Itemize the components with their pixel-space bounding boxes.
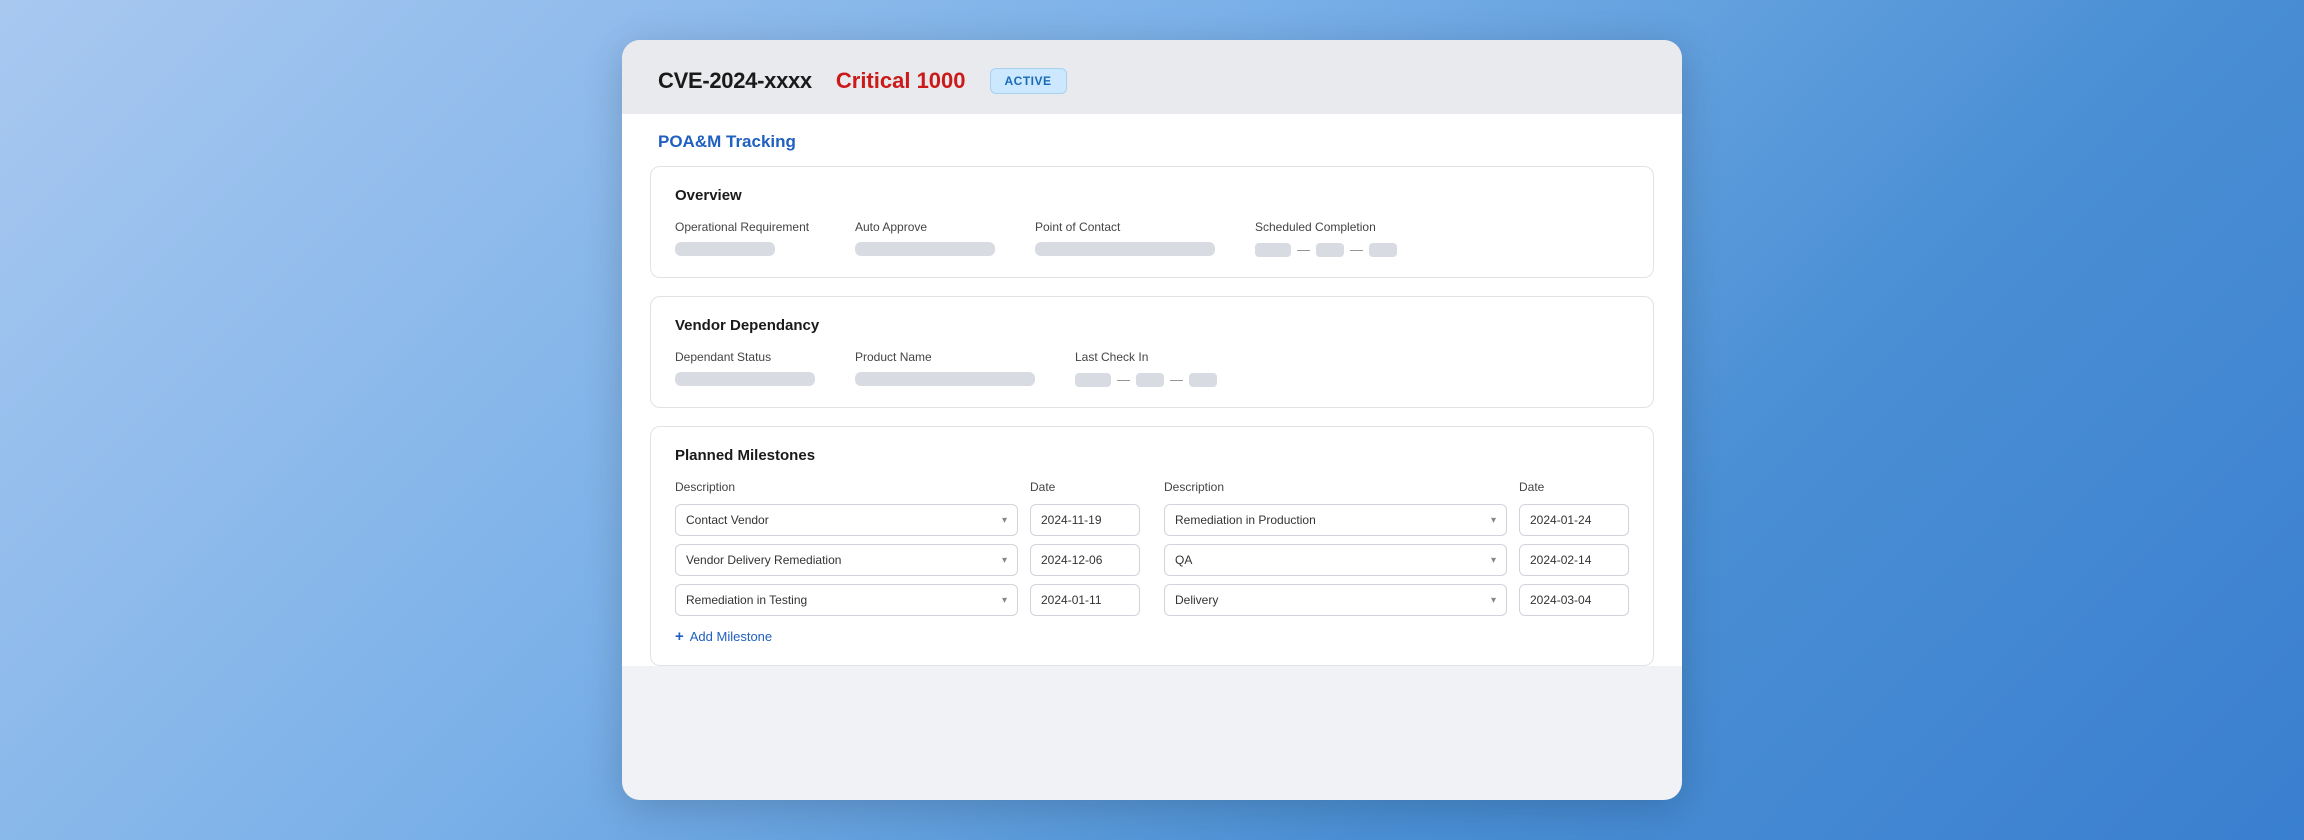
severity-label: Critical 1000 xyxy=(836,68,966,94)
right-date-text-1: 2024-01-24 xyxy=(1530,513,1591,527)
chevron-down-icon-5: ▾ xyxy=(1491,555,1496,566)
chevron-down-icon-4: ▾ xyxy=(1491,515,1496,526)
left-milestone-text-1: Contact Vendor xyxy=(686,513,769,527)
product-name-value xyxy=(855,372,1035,386)
dependent-status-group: Dependant Status xyxy=(675,350,815,386)
page-title: POA&M Tracking xyxy=(658,132,796,151)
dependent-status-label: Dependant Status xyxy=(675,350,815,364)
right-milestone-row-1: Remediation in Production ▾ 2024-01-24 xyxy=(1164,504,1629,536)
auto-approve-group: Auto Approve xyxy=(855,220,995,256)
main-card: CVE-2024-xxxx Critical 1000 ACTIVE POA&M… xyxy=(622,40,1682,800)
right-milestone-select-2[interactable]: QA ▾ xyxy=(1164,544,1507,576)
left-milestone-select-3[interactable]: Remediation in Testing ▾ xyxy=(675,584,1018,616)
poc-group: Point of Contact xyxy=(1035,220,1215,256)
right-desc-header: Description xyxy=(1164,480,1507,494)
dependent-status-value xyxy=(675,372,815,386)
right-date-text-2: 2024-02-14 xyxy=(1530,553,1591,567)
vendor-dependency-fields: Dependant Status Product Name Last Check… xyxy=(675,350,1629,387)
left-milestone-row-1: Contact Vendor ▾ 2024-11-19 xyxy=(675,504,1140,536)
left-desc-header: Description xyxy=(675,480,1018,494)
left-date-text-1: 2024-11-19 xyxy=(1041,513,1102,527)
left-date-text-2: 2024-12-06 xyxy=(1041,553,1102,567)
left-date-text-3: 2024-01-11 xyxy=(1041,593,1102,607)
overview-title: Overview xyxy=(675,187,1629,204)
right-milestone-date-3[interactable]: 2024-03-04 xyxy=(1519,584,1629,616)
milestones-left-col: Description Date Contact Vendor ▾ 2024-1… xyxy=(675,480,1164,645)
overview-panel: Overview Operational Requirement Auto Ap… xyxy=(650,166,1654,278)
right-milestone-select-1[interactable]: Remediation in Production ▾ xyxy=(1164,504,1507,536)
milestones-right-col: Description Date Remediation in Producti… xyxy=(1164,480,1629,645)
cve-id: CVE-2024-xxxx xyxy=(658,68,812,94)
chevron-down-icon-3: ▾ xyxy=(1002,595,1007,606)
chevron-down-icon-6: ▾ xyxy=(1491,595,1496,606)
last-check-in-label: Last Check In xyxy=(1075,350,1217,364)
auto-approve-value xyxy=(855,242,995,256)
left-milestone-select-1[interactable]: Contact Vendor ▾ xyxy=(675,504,1018,536)
scheduled-completion-group: Scheduled Completion — — xyxy=(1255,220,1397,257)
section-title-bar: POA&M Tracking xyxy=(622,114,1682,166)
right-milestone-date-1[interactable]: 2024-01-24 xyxy=(1519,504,1629,536)
product-name-label: Product Name xyxy=(855,350,1035,364)
plus-icon: + xyxy=(675,628,684,645)
status-badge: ACTIVE xyxy=(990,68,1067,94)
right-milestone-text-1: Remediation in Production xyxy=(1175,513,1316,527)
card-header: CVE-2024-xxxx Critical 1000 ACTIVE xyxy=(622,40,1682,114)
right-date-text-3: 2024-03-04 xyxy=(1530,593,1591,607)
scheduled-completion-label: Scheduled Completion xyxy=(1255,220,1397,234)
add-milestone-label: Add Milestone xyxy=(690,629,772,644)
left-milestone-date-1[interactable]: 2024-11-19 xyxy=(1030,504,1140,536)
milestones-title: Planned Milestones xyxy=(675,447,1629,464)
left-milestone-date-2[interactable]: 2024-12-06 xyxy=(1030,544,1140,576)
card-body: POA&M Tracking Overview Operational Requ… xyxy=(622,114,1682,666)
right-date-header: Date xyxy=(1519,480,1629,494)
right-milestone-select-3[interactable]: Delivery ▾ xyxy=(1164,584,1507,616)
operational-req-label: Operational Requirement xyxy=(675,220,815,234)
left-milestone-text-2: Vendor Delivery Remediation xyxy=(686,553,841,567)
overview-fields: Operational Requirement Auto Approve Poi… xyxy=(675,220,1629,257)
right-milestone-date-2[interactable]: 2024-02-14 xyxy=(1519,544,1629,576)
vendor-dependency-title: Vendor Dependancy xyxy=(675,317,1629,334)
vendor-dependency-panel: Vendor Dependancy Dependant Status Produ… xyxy=(650,296,1654,408)
operational-req-value xyxy=(675,242,775,256)
left-milestone-row-2: Vendor Delivery Remediation ▾ 2024-12-06 xyxy=(675,544,1140,576)
auto-approve-label: Auto Approve xyxy=(855,220,995,234)
right-milestone-row-2: QA ▾ 2024-02-14 xyxy=(1164,544,1629,576)
chevron-down-icon-1: ▾ xyxy=(1002,515,1007,526)
left-date-header: Date xyxy=(1030,480,1140,494)
right-milestone-text-3: Delivery xyxy=(1175,593,1218,607)
add-milestone-button[interactable]: + Add Milestone xyxy=(675,628,772,645)
left-milestone-select-2[interactable]: Vendor Delivery Remediation ▾ xyxy=(675,544,1018,576)
milestones-columns: Description Date Contact Vendor ▾ 2024-1… xyxy=(675,480,1629,645)
chevron-down-icon-2: ▾ xyxy=(1002,555,1007,566)
right-milestone-text-2: QA xyxy=(1175,553,1192,567)
right-col-headers: Description Date xyxy=(1164,480,1629,494)
poc-value xyxy=(1035,242,1215,256)
scheduled-completion-value: — — xyxy=(1255,242,1397,257)
left-milestone-text-3: Remediation in Testing xyxy=(686,593,807,607)
last-check-in-value: — — xyxy=(1075,372,1217,387)
operational-req-group: Operational Requirement xyxy=(675,220,815,256)
milestones-panel: Planned Milestones Description Date Cont… xyxy=(650,426,1654,666)
left-milestone-row-3: Remediation in Testing ▾ 2024-01-11 xyxy=(675,584,1140,616)
product-name-group: Product Name xyxy=(855,350,1035,386)
left-milestone-date-3[interactable]: 2024-01-11 xyxy=(1030,584,1140,616)
right-milestone-row-3: Delivery ▾ 2024-03-04 xyxy=(1164,584,1629,616)
poc-label: Point of Contact xyxy=(1035,220,1215,234)
last-check-in-group: Last Check In — — xyxy=(1075,350,1217,387)
left-col-headers: Description Date xyxy=(675,480,1140,494)
